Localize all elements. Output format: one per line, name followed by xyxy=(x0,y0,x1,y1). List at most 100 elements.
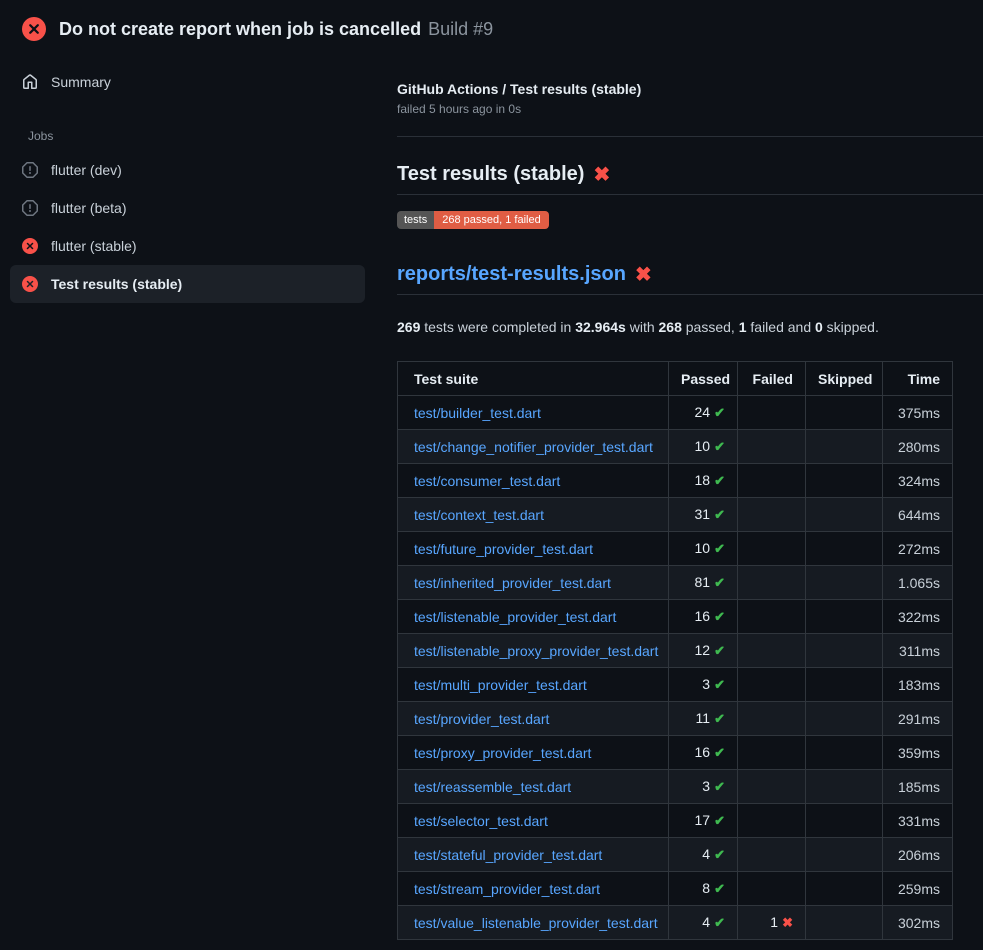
test-suite-link[interactable]: test/consumer_test.dart xyxy=(414,473,560,489)
count-value: 10 xyxy=(695,540,711,556)
check-icon: ✔ xyxy=(714,779,725,794)
divider xyxy=(397,136,983,137)
count-value: 24 xyxy=(695,404,711,420)
skipped-cell xyxy=(806,736,883,770)
test-suite-link[interactable]: test/provider_test.dart xyxy=(414,711,549,727)
time-cell: 324ms xyxy=(883,464,953,498)
skipped-cell xyxy=(806,532,883,566)
check-icon: ✔ xyxy=(714,609,725,624)
build-number: Build #9 xyxy=(428,19,493,39)
time-cell: 331ms xyxy=(883,804,953,838)
check-icon: ✔ xyxy=(714,473,725,488)
duration: 32.964s xyxy=(575,319,626,335)
time-cell: 311ms xyxy=(883,634,953,668)
check-icon: ✔ xyxy=(714,813,725,828)
job-status-line: failed 5 hours ago in 0s xyxy=(397,102,983,116)
report-heading: reports/test-results.json ✖ xyxy=(397,263,983,295)
x-icon: ✖ xyxy=(782,915,793,930)
count-value: 1 xyxy=(770,914,778,930)
time-cell: 272ms xyxy=(883,532,953,566)
failed-cell xyxy=(738,804,806,838)
test-suite-link[interactable]: test/proxy_provider_test.dart xyxy=(414,745,591,761)
table-row: test/future_provider_test.dart 10✔ 272ms xyxy=(398,532,953,566)
passed-cell: 4✔ xyxy=(669,906,738,940)
count-value: 16 xyxy=(695,744,711,760)
x-circle-fill-icon xyxy=(22,276,38,292)
failed-cell xyxy=(738,668,806,702)
passed-cell: 31✔ xyxy=(669,498,738,532)
test-suite-link[interactable]: test/stream_provider_test.dart xyxy=(414,881,600,897)
skipped-cell xyxy=(806,804,883,838)
check-icon: ✔ xyxy=(714,439,725,454)
sidebar-item-job[interactable]: flutter (dev) xyxy=(10,151,365,189)
summary-text: with xyxy=(626,319,659,335)
test-table-body: test/builder_test.dart24✔375mstest/chang… xyxy=(398,396,953,940)
suite-cell: test/reassemble_test.dart xyxy=(398,770,669,804)
passed-cell: 17✔ xyxy=(669,804,738,838)
section-heading: Test results (stable) ✖ xyxy=(397,163,983,195)
passed-cell: 10✔ xyxy=(669,430,738,464)
badge-value: 268 passed, 1 failed xyxy=(434,211,548,229)
count-value: 16 xyxy=(695,608,711,624)
check-icon: ✔ xyxy=(714,507,725,522)
failed-cell xyxy=(738,464,806,498)
check-icon: ✔ xyxy=(714,405,725,420)
report-file-link[interactable]: reports/test-results.json xyxy=(397,263,626,286)
tests-badge: tests 268 passed, 1 failed xyxy=(397,211,549,229)
run-title: Do not create report when job is cancell… xyxy=(59,19,421,39)
passed-cell: 10✔ xyxy=(669,532,738,566)
test-suite-link[interactable]: test/listenable_provider_test.dart xyxy=(414,609,616,625)
failed-cell xyxy=(738,736,806,770)
check-icon: ✔ xyxy=(714,881,725,896)
test-suite-link[interactable]: test/reassemble_test.dart xyxy=(414,779,571,795)
failed-cell xyxy=(738,532,806,566)
sidebar-item-job[interactable]: Test results (stable) xyxy=(10,265,365,303)
test-suite-link[interactable]: test/change_notifier_provider_test.dart xyxy=(414,439,653,455)
summary-text: tests were completed in xyxy=(420,319,575,335)
table-row: test/reassemble_test.dart3✔185ms xyxy=(398,770,953,804)
failed-x-icon: ✖ xyxy=(635,265,652,285)
failed-cell xyxy=(738,566,806,600)
test-suite-link[interactable]: test/inherited_provider_test.dart xyxy=(414,575,611,591)
passed-cell: 3✔ xyxy=(669,770,738,804)
skipped-cell xyxy=(806,668,883,702)
failed-cell xyxy=(738,634,806,668)
test-suite-link[interactable]: test/stateful_provider_test.dart xyxy=(414,847,602,863)
main-content: GitHub Actions / Test results (stable) f… xyxy=(375,47,983,940)
skipped-cell xyxy=(806,770,883,804)
col-failed: Failed xyxy=(738,362,806,396)
sidebar-item-job[interactable]: flutter (beta) xyxy=(10,189,365,227)
table-row: test/consumer_test.dart18✔324ms xyxy=(398,464,953,498)
test-suite-link[interactable]: test/context_test.dart xyxy=(414,507,544,523)
table-row: test/builder_test.dart24✔375ms xyxy=(398,396,953,430)
time-cell: 1.065s xyxy=(883,566,953,600)
time-cell: 183ms xyxy=(883,668,953,702)
table-row: test/listenable_provider_test.dart16✔322… xyxy=(398,600,953,634)
count-value: 11 xyxy=(696,710,711,726)
failed-cell xyxy=(738,838,806,872)
col-skipped: Skipped xyxy=(806,362,883,396)
test-suite-link[interactable]: test/listenable_proxy_provider_test.dart xyxy=(414,643,658,659)
skipped-cell xyxy=(806,464,883,498)
passed-cell: 3✔ xyxy=(669,668,738,702)
table-row: test/change_notifier_provider_test.dart 1… xyxy=(398,430,953,464)
test-suite-link[interactable]: test/future_provider_test.dart xyxy=(414,541,593,557)
passed-cell: 24✔ xyxy=(669,396,738,430)
time-cell: 206ms xyxy=(883,838,953,872)
sidebar-item-summary[interactable]: Summary xyxy=(10,65,365,99)
test-suite-link[interactable]: test/multi_provider_test.dart xyxy=(414,677,587,693)
sidebar-item-job[interactable]: flutter (stable) xyxy=(10,227,365,265)
table-row: test/value_listenable_provider_test.dart… xyxy=(398,906,953,940)
suite-cell: test/multi_provider_test.dart xyxy=(398,668,669,702)
stop-icon xyxy=(22,200,38,216)
test-suite-link[interactable]: test/builder_test.dart xyxy=(414,405,541,421)
time-cell: 644ms xyxy=(883,498,953,532)
test-suite-link[interactable]: test/selector_test.dart xyxy=(414,813,548,829)
skipped-cell xyxy=(806,634,883,668)
suite-cell: test/listenable_provider_test.dart xyxy=(398,600,669,634)
home-icon xyxy=(22,74,38,90)
failed-count: 1 xyxy=(739,319,747,335)
failed-cell xyxy=(738,702,806,736)
test-suite-link[interactable]: test/value_listenable_provider_test.dart xyxy=(414,915,658,931)
passed-cell: 16✔ xyxy=(669,736,738,770)
